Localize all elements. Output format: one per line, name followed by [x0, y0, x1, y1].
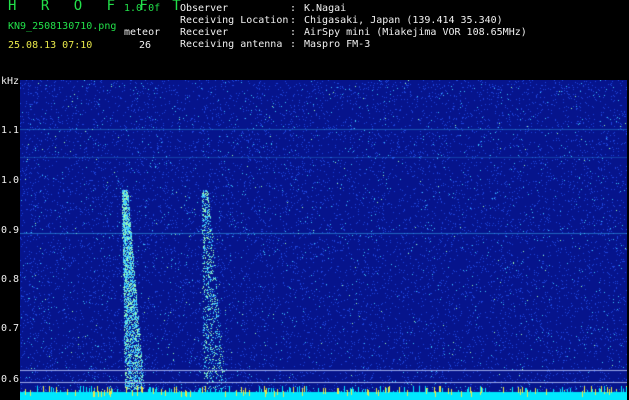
info-value: Maspro FM-3 [304, 39, 371, 50]
info-separator: : [290, 3, 297, 14]
info-row-receiver: Receiver : AirSpy mini (Miakejima VOR 10… [180, 27, 527, 39]
info-key: Receiver [180, 27, 229, 38]
y-tick-label: 0.9 [1, 225, 20, 236]
info-row-observer: Observer : K.Nagai [180, 3, 527, 15]
info-separator: : [290, 15, 297, 26]
spectrogram-canvas [20, 80, 627, 400]
info-key: Observer [180, 3, 229, 14]
y-tick-label: 0.7 [1, 323, 20, 334]
y-tick-label: 1.1 [1, 125, 20, 136]
y-tick-label: 0.6 [1, 374, 20, 385]
filename-label: KN9_2508130710.png [8, 21, 117, 32]
app-title: H R O F F T [8, 0, 189, 14]
detection-count: 26 [139, 40, 152, 51]
info-row-antenna: Receiving antenna : Maspro FM-3 [180, 39, 527, 51]
detection-type-label: meteor [124, 27, 161, 38]
hrofft-window: H R O F F T 1.0.0f KN9_2508130710.png me… [0, 0, 629, 400]
info-value: AirSpy mini (Miakejima VOR 108.65MHz) [304, 27, 527, 38]
info-key: Receiving Location [180, 15, 289, 26]
y-tick-label: 0.8 [1, 274, 20, 285]
y-tick-label: 1.0 [1, 175, 20, 186]
info-separator: : [290, 39, 297, 50]
station-info: Observer : K.Nagai Receiving Location : … [180, 3, 527, 51]
y-axis-unit: kHz [1, 76, 20, 87]
info-value: K.Nagai [304, 3, 347, 14]
info-row-location: Receiving Location : Chigasaki, Japan (1… [180, 15, 527, 27]
spectrogram-panel [20, 80, 627, 400]
info-separator: : [290, 27, 297, 38]
datetime-label: 25.08.13 07:10 [8, 40, 93, 51]
version-label: 1.0.0f [124, 3, 161, 14]
info-key: Receiving antenna [180, 39, 283, 50]
info-value: Chigasaki, Japan (139.414 35.340) [304, 15, 503, 26]
